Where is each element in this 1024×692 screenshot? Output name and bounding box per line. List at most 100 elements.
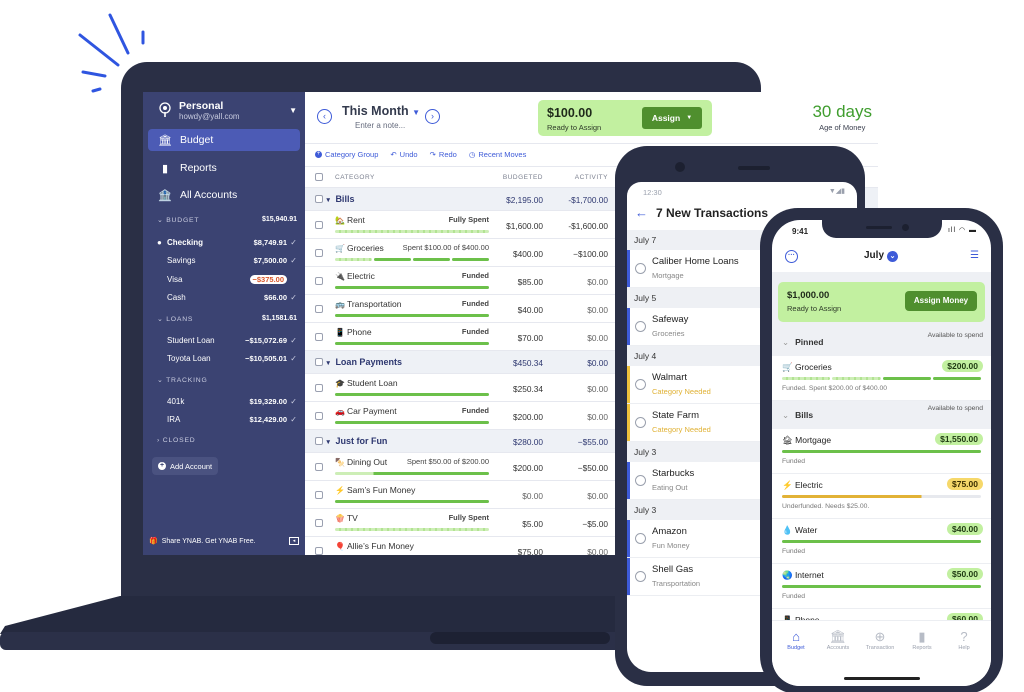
next-month-button[interactable]: › bbox=[425, 109, 440, 124]
account-401k[interactable]: 401k $19,329.00 ✓ bbox=[157, 394, 297, 408]
category-budgeted-input[interactable]: $250.34 bbox=[513, 384, 543, 394]
category-activity[interactable]: $0.00 bbox=[587, 547, 608, 555]
category-activity[interactable]: $0.00 bbox=[587, 277, 608, 287]
month-selector[interactable]: July ⌄ bbox=[864, 250, 899, 262]
month-note-input[interactable]: Enter a note... bbox=[355, 121, 405, 130]
edit-list-icon[interactable]: ☰ bbox=[970, 250, 979, 261]
account-visa[interactable]: Visa −$375.00 bbox=[157, 272, 297, 286]
tab-help[interactable]: ? Help bbox=[944, 629, 984, 651]
available-amount-pill[interactable]: $40.00 bbox=[947, 523, 983, 535]
row-checkbox[interactable] bbox=[315, 411, 323, 420]
category-budgeted-input[interactable]: $85.00 bbox=[518, 277, 543, 287]
previous-month-button[interactable]: ‹ bbox=[317, 109, 332, 124]
row-checkbox[interactable] bbox=[315, 248, 323, 257]
category-budgeted-input[interactable]: $1,600.00 bbox=[506, 221, 543, 231]
group-name[interactable]: ▼ Just for Fun bbox=[325, 436, 387, 446]
row-checkbox[interactable] bbox=[315, 437, 323, 445]
row-checkbox[interactable] bbox=[315, 546, 323, 555]
approve-radio[interactable] bbox=[635, 475, 646, 486]
category-budgeted-input[interactable]: $70.00 bbox=[518, 333, 543, 343]
approve-radio[interactable] bbox=[635, 379, 646, 390]
back-arrow-icon[interactable]: ← bbox=[635, 205, 648, 220]
category-activity[interactable]: $0.00 bbox=[587, 491, 608, 501]
available-amount-pill[interactable]: $1,550.00 bbox=[935, 433, 983, 445]
available-amount-pill[interactable]: $75.00 bbox=[947, 478, 983, 490]
budget-switcher[interactable]: Personal howdy@yall.com ▼ bbox=[157, 98, 297, 122]
assign-button[interactable]: Assign ▼ bbox=[642, 107, 702, 129]
category-activity[interactable]: $0.00 bbox=[587, 412, 608, 422]
category-budgeted-input[interactable]: $40.00 bbox=[518, 305, 543, 315]
available-amount-pill[interactable]: $200.00 bbox=[942, 360, 983, 372]
category-budgeted-input[interactable]: $75.00 bbox=[518, 547, 543, 555]
category-activity[interactable]: $0.00 bbox=[587, 333, 608, 343]
category-budgeted-input[interactable]: $5.00 bbox=[522, 519, 543, 529]
category-activity[interactable]: $0.00 bbox=[587, 384, 608, 394]
approve-radio[interactable] bbox=[635, 533, 646, 544]
category-activity[interactable]: −$100.00 bbox=[573, 249, 608, 259]
category-budgeted-input[interactable]: $200.00 bbox=[513, 412, 543, 422]
add-category-group-button[interactable]: + Category Group bbox=[315, 150, 378, 159]
available-amount-pill[interactable]: $50.00 bbox=[947, 568, 983, 580]
row-checkbox[interactable] bbox=[315, 195, 323, 203]
account-group-budget[interactable]: ⌄ BUDGET $15,940.91 bbox=[157, 216, 297, 224]
approve-radio[interactable] bbox=[635, 571, 646, 582]
category-activity[interactable]: $0.00 bbox=[587, 305, 608, 315]
mobile-category-groceries[interactable]: 🛒 Groceries $200.00 Funded. Spent $200.00 … bbox=[772, 356, 991, 401]
category-activity[interactable]: −$50.00 bbox=[578, 463, 608, 473]
mobile-category-electric[interactable]: ⚡ Electric $75.00 Underfunded. Needs $25.0… bbox=[772, 474, 991, 519]
month-selector[interactable]: This Month ▼ bbox=[342, 104, 420, 118]
assign-money-button[interactable]: Assign Money bbox=[905, 291, 977, 311]
account-cash[interactable]: Cash $66.00 ✓ bbox=[157, 290, 297, 304]
tab-reports[interactable]: ▮ Reports bbox=[902, 629, 942, 651]
account-savings[interactable]: Savings $7,500.00 ✓ bbox=[157, 253, 297, 267]
approve-radio[interactable] bbox=[635, 417, 646, 428]
mobile-category-mortgage[interactable]: 🏚 Mortgage $1,550.00 Funded bbox=[772, 429, 991, 474]
redo-button[interactable]: ↷ Redo bbox=[430, 150, 457, 159]
category-budgeted-input[interactable]: $0.00 bbox=[522, 491, 543, 501]
row-checkbox[interactable] bbox=[315, 490, 323, 499]
undo-button[interactable]: ↶ Undo bbox=[390, 150, 417, 159]
mobile-category-water[interactable]: 💧 Water $40.00 Funded bbox=[772, 519, 991, 564]
account-group-tracking[interactable]: ⌄ TRACKING bbox=[157, 376, 297, 384]
category-budgeted-input[interactable]: $400.00 bbox=[513, 249, 543, 259]
sidebar-item-reports[interactable]: ▮ Reports bbox=[148, 157, 300, 179]
account-group-closed[interactable]: › CLOSED bbox=[157, 437, 297, 444]
category-name[interactable]: 🎓 Student Loan bbox=[335, 378, 398, 388]
account-toyota-loan[interactable]: Toyota Loan −$10,505.01 ✓ bbox=[157, 351, 297, 365]
row-checkbox[interactable] bbox=[315, 304, 323, 313]
row-checkbox[interactable] bbox=[315, 332, 323, 341]
mobile-category-internet[interactable]: 🌏 Internet $50.00 Funded bbox=[772, 564, 991, 609]
collapse-sidebar-icon[interactable]: ◂ bbox=[289, 537, 299, 545]
more-options-icon[interactable]: ··· bbox=[785, 250, 798, 263]
row-checkbox[interactable] bbox=[315, 383, 323, 392]
section-header-bills[interactable]: ⌄ Bills Available to spend bbox=[772, 401, 991, 429]
category-name[interactable]: 🎈 Allie’s Fun Money bbox=[335, 541, 414, 551]
tab-transaction[interactable]: ⊕ Transaction bbox=[860, 629, 900, 651]
category-name[interactable]: ⚡ Sam’s Fun Money bbox=[335, 485, 415, 495]
group-name[interactable]: ▼ Loan Payments bbox=[325, 357, 402, 367]
row-checkbox[interactable] bbox=[315, 358, 323, 366]
add-account-button[interactable]: + Add Account bbox=[152, 457, 218, 475]
section-header-pinned[interactable]: ⌄ Pinned Available to spend bbox=[772, 328, 991, 356]
tab-budget[interactable]: ⌂ Budget bbox=[776, 629, 816, 651]
category-activity[interactable]: -$1,600.00 bbox=[568, 221, 608, 231]
row-checkbox[interactable] bbox=[315, 276, 323, 285]
approve-radio[interactable] bbox=[635, 321, 646, 332]
account-group-loans[interactable]: ⌄ LOANS $1,1581.61 bbox=[157, 315, 297, 323]
tab-accounts[interactable]: 🏛 Accounts bbox=[818, 629, 858, 651]
row-checkbox[interactable] bbox=[315, 462, 323, 471]
sidebar-item-all-accounts[interactable]: 🏦 All Accounts bbox=[148, 184, 300, 206]
account-checking[interactable]: ● Checking $8,749.91 ✓ bbox=[157, 235, 297, 249]
row-checkbox[interactable] bbox=[315, 518, 323, 527]
category-budgeted-input[interactable]: $200.00 bbox=[513, 463, 543, 473]
category-activity[interactable]: −$5.00 bbox=[582, 519, 608, 529]
recent-moves-button[interactable]: ◷ Recent Moves bbox=[469, 150, 526, 159]
approve-radio[interactable] bbox=[635, 263, 646, 274]
select-all-checkbox[interactable] bbox=[315, 173, 323, 181]
account-ira[interactable]: IRA $12,429.00 ✓ bbox=[157, 412, 297, 426]
row-checkbox[interactable] bbox=[315, 220, 323, 229]
group-name[interactable]: ▼ Bills bbox=[325, 194, 354, 204]
share-ynab-link[interactable]: 🎁 Share YNAB. Get YNAB Free. ◂ bbox=[149, 537, 299, 545]
account-student-loan[interactable]: Student Loan −$15,072.69 ✓ bbox=[157, 333, 297, 347]
sidebar-item-budget[interactable]: 🏛 Budget bbox=[148, 129, 300, 151]
